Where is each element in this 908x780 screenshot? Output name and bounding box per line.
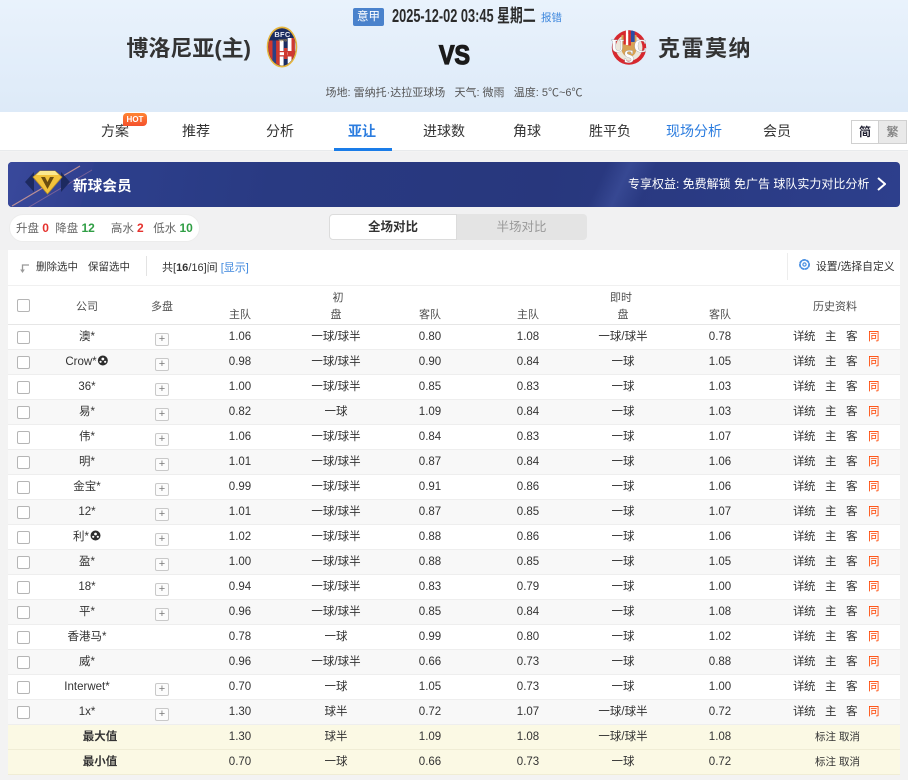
svg-text:S: S [624, 47, 634, 67]
svg-text:1909: 1909 [278, 38, 288, 43]
svg-text:U: U [611, 36, 624, 56]
svg-text:C: C [634, 36, 647, 56]
